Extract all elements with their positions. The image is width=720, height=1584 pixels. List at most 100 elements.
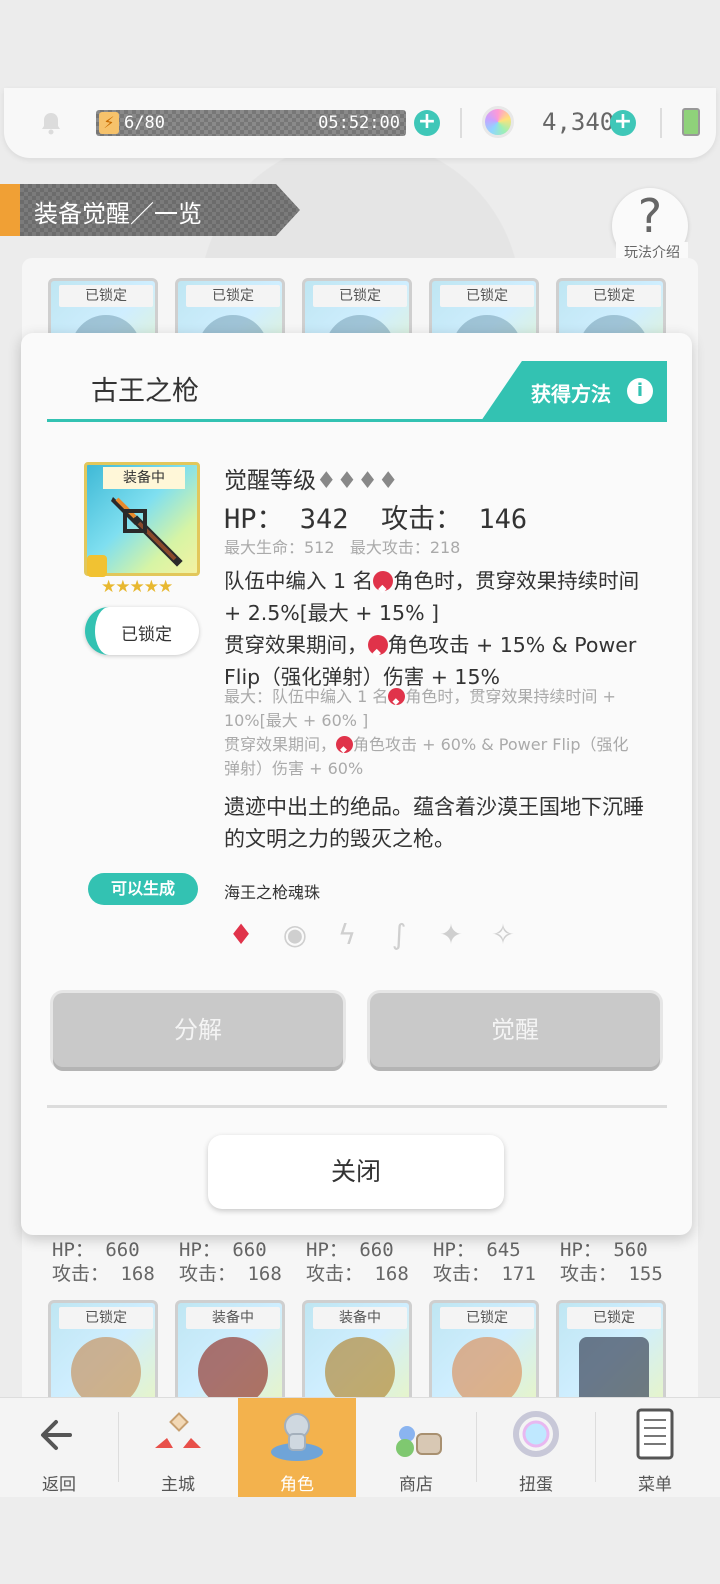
close-button[interactable]: 关闭 (208, 1135, 504, 1209)
menu-icon (636, 1408, 674, 1460)
awaken-diamonds: ♦♦♦♦ (316, 468, 399, 494)
bottom-navigation: 返回 主城 角色 商店 扭蛋 菜单 (0, 1397, 720, 1498)
item-icon: 装备中 (84, 462, 200, 577)
item-name: 古王之枪 (91, 376, 199, 407)
card-tag: 已锁定 (313, 285, 407, 307)
dark-element-icon[interactable]: ✧ (486, 918, 520, 952)
bell-icon[interactable] (38, 110, 64, 136)
nav-main-city[interactable]: 主城 (119, 1398, 237, 1498)
max-atk: 最大攻击：218 (349, 538, 461, 557)
lightning-icon: ⚡ (99, 112, 119, 134)
hp-label: HP： (224, 504, 284, 535)
gem-icon (482, 106, 514, 138)
light-element-icon[interactable]: ✦ (434, 918, 468, 952)
fire-element-icon[interactable]: ♦ (224, 918, 258, 952)
card-hp: HP： 660 (52, 1239, 140, 1261)
nav-character[interactable]: 角色 (238, 1398, 356, 1498)
card-tag: 已锁定 (567, 1307, 661, 1329)
card-hp: HP： 660 (179, 1239, 267, 1261)
desc-1a: 队伍中编入 1 名 (224, 569, 374, 593)
card-hp: HP： 560 (560, 1239, 648, 1261)
equipment-detail-dialog: 古王之枪 获得方法 i 装备中 ★★★★★ 已锁定 觉醒等级♦♦♦♦ HP： 3… (21, 333, 692, 1235)
skill-description: 队伍中编入 1 名角色时，贯穿效果持续时间 + 2.5%[最大 + 15% ] … (224, 565, 644, 693)
max-hp: 最大生命：512 (224, 538, 335, 557)
equipment-card[interactable]: 装备中 (175, 1300, 285, 1410)
fire-element-icon (373, 571, 394, 605)
lightning-element-icon[interactable]: ϟ (330, 918, 364, 952)
equipment-card[interactable]: 已锁定 (556, 1300, 666, 1410)
fire-element-icon (367, 635, 388, 669)
wind-element-icon[interactable]: ∫ (382, 918, 416, 952)
awaken-level: 觉醒等级♦♦♦♦ (224, 461, 398, 495)
atk-value: 146 (478, 504, 528, 535)
card-tag: 已锁定 (440, 1307, 534, 1329)
card-atk: 攻击： 168 (179, 1263, 282, 1285)
acquire-method-button[interactable]: 获得方法 i (481, 361, 667, 421)
card-atk: 攻击： 155 (560, 1263, 663, 1285)
card-tag: 已锁定 (186, 285, 280, 307)
dismantle-button[interactable]: 分解 (53, 993, 343, 1067)
flavor-text: 遗迹中出土的绝品。蕴含着沙漠王国地下沉睡的文明之力的毁灭之枪。 (224, 795, 644, 851)
card-tag: 装备中 (313, 1307, 407, 1329)
castle-icon (155, 1412, 201, 1448)
rarity-stars: ★★★★★ (101, 577, 173, 597)
info-icon: i (627, 378, 653, 404)
hp-value: 342 (299, 504, 349, 535)
divider (460, 108, 462, 138)
generate-item-name: 海王之枪魂珠 (224, 883, 321, 902)
card-atk: 攻击： 168 (52, 1263, 155, 1285)
max-1a: 最大：队伍中编入 1 名 (224, 687, 389, 706)
gacha-icon (513, 1411, 559, 1457)
bottom-blank (0, 1497, 720, 1584)
title-divider (47, 419, 667, 422)
ring-element-icon[interactable]: ◉ (278, 918, 312, 952)
card-tag: 已锁定 (567, 285, 661, 307)
card-tag: 已锁定 (440, 285, 534, 307)
add-stamina-button[interactable]: + (414, 110, 440, 136)
fire-element-icon (388, 688, 406, 714)
hp-atk-line: HP： 342 攻击： 146 (224, 497, 527, 536)
max-description: 最大：队伍中编入 1 名角色时，贯穿效果持续时间 + 10%[最大 + 60% … (224, 685, 644, 781)
equipped-tag: 装备中 (103, 467, 185, 489)
equipment-card[interactable]: 装备中 (302, 1300, 412, 1410)
add-gems-button[interactable]: + (610, 110, 636, 136)
awaken-label: 觉醒等级 (224, 468, 316, 494)
section-title-text: 装备觉醒／一览 (34, 200, 202, 228)
card-hp: HP： 645 (433, 1239, 521, 1261)
max-stats: 最大生命：512 最大攻击：218 (224, 534, 460, 558)
spear-icon (111, 497, 183, 567)
section-title: 装备觉醒／一览 (0, 184, 300, 236)
nav-back[interactable]: 返回 (0, 1398, 118, 1498)
nav-gacha-label: 扭蛋 (519, 1475, 553, 1495)
lock-icon (87, 555, 107, 577)
fire-element-icon (336, 736, 354, 762)
nav-main-label: 主城 (161, 1475, 195, 1495)
card-tag: 已锁定 (59, 1307, 153, 1329)
equipment-card[interactable]: 已锁定 (48, 1300, 158, 1410)
stamina-value: 6/80 (124, 113, 165, 133)
nav-menu[interactable]: 菜单 (596, 1398, 720, 1498)
atk-label: 攻击： (381, 504, 463, 535)
card-hp: HP： 660 (306, 1239, 394, 1261)
stamina-bar: ⚡ 6/80 05:52:00 (96, 110, 406, 136)
lock-toggle-label: 已锁定 (121, 625, 172, 645)
nav-shop-label: 商店 (399, 1475, 433, 1495)
equipment-card[interactable]: 已锁定 (429, 1300, 539, 1410)
shop-icon (396, 1426, 442, 1457)
character-icon (271, 1413, 323, 1461)
card-atk: 攻击： 168 (306, 1263, 409, 1285)
max-2a: 贯穿效果期间， (224, 735, 337, 754)
nav-shop[interactable]: 商店 (357, 1398, 475, 1498)
title-stripe (0, 184, 20, 236)
modal-divider (47, 1105, 667, 1108)
nav-gacha[interactable]: 扭蛋 (477, 1398, 595, 1498)
stamina-timer: 05:52:00 (318, 113, 400, 133)
awaken-button[interactable]: 觉醒 (370, 993, 660, 1067)
card-tag: 装备中 (186, 1307, 280, 1329)
lock-toggle[interactable]: 已锁定 (85, 607, 199, 655)
help-button[interactable]: ? 玩法介绍 (612, 188, 688, 264)
divider (660, 108, 662, 138)
battery-icon (682, 108, 700, 136)
back-arrow-icon (41, 1420, 72, 1450)
question-icon: ? (637, 189, 663, 243)
